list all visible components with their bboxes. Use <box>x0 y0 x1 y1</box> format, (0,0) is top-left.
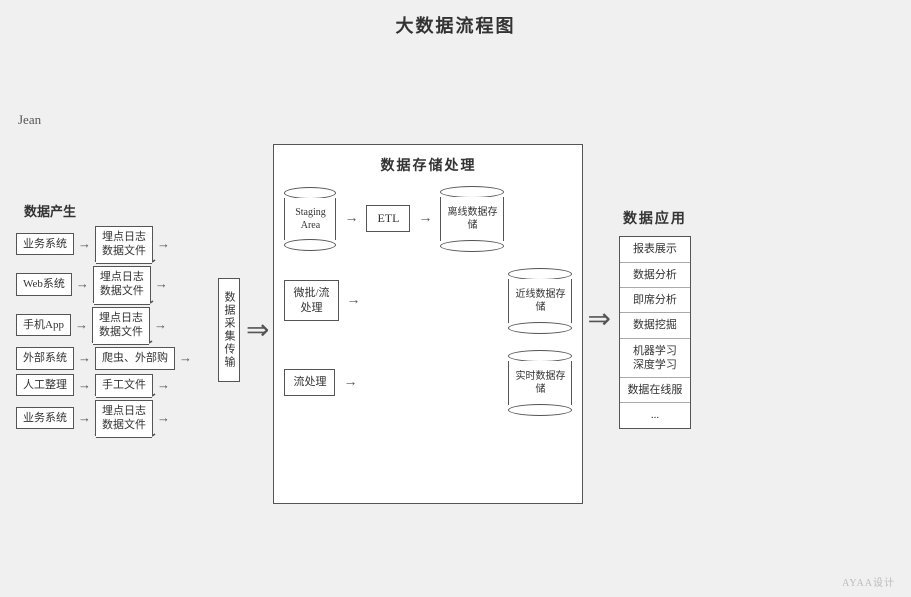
source-row-6: 业务系统 埋点日志数据文件 <box>16 400 192 437</box>
storage-rows: StagingArea → ETL → 离线数据存储 <box>284 185 572 493</box>
stor-arrow-1: → <box>344 211 358 227</box>
storage-row-1: StagingArea → ETL → 离线数据存储 <box>284 185 572 253</box>
cyl-bottom-nearline <box>508 322 572 334</box>
realtime-cylinder: 实时数据存储 <box>508 349 572 417</box>
app-item-6: 数据在线服 <box>620 378 690 403</box>
src-wave-6: 埋点日志数据文件 <box>95 400 153 437</box>
stor-arrow-3: → <box>347 293 361 309</box>
src-box-1: 业务系统 <box>16 233 74 255</box>
data-source-title: 数据产生 <box>24 201 76 220</box>
cyl-body-nearline: 近线数据存储 <box>508 279 572 323</box>
arrow-1 <box>78 236 91 252</box>
big-arrow-2: ⇒ <box>587 302 610 336</box>
cyl-body-realtime: 实时数据存储 <box>508 361 572 405</box>
collect-wrapper: 数据采集传输 <box>218 278 240 382</box>
arrow-4 <box>78 350 91 366</box>
app-section: 数据应用 报表展示 数据分析 即席分析 数据挖掘 机器学习深度学习 数据在线服 … <box>615 208 695 428</box>
cyl-bottom-1 <box>284 239 336 251</box>
src-box-4: 外部系统 <box>16 347 74 369</box>
cyl-body-1: StagingArea <box>284 198 336 240</box>
arrow-src-2 <box>155 276 168 292</box>
arrow-3 <box>75 317 88 333</box>
watermark: AYAA设计 <box>842 574 895 589</box>
storage-row-2: 微批/流处理 → 近线数据存储 <box>284 267 572 335</box>
nearline-cylinder: 近线数据存储 <box>508 267 572 335</box>
app-item-7: ... <box>620 403 690 427</box>
arrow-src-4 <box>179 350 192 366</box>
offline-cylinder: 离线数据存储 <box>440 185 504 253</box>
source-row-2: Web系统 埋点日志数据文件 <box>16 266 192 303</box>
jean-label: Jean <box>18 112 41 128</box>
app-title: 数据应用 <box>623 208 687 228</box>
src-wave-5: 手工文件 <box>95 374 153 396</box>
microbatch-box: 微批/流处理 <box>284 280 338 321</box>
data-source-section: 数据产生 业务系统 埋点日志数据文件 Web系统 <box>16 201 216 437</box>
source-row-3: 手机App 埋点日志数据文件 <box>16 307 192 344</box>
src-box-3: 手机App <box>16 314 71 336</box>
stor-arrow-2: → <box>418 211 432 227</box>
arrow-2 <box>76 276 89 292</box>
app-item-5: 机器学习深度学习 <box>620 339 690 379</box>
source-row-4: 外部系统 爬虫、外部购 <box>16 347 192 369</box>
src-box-6: 业务系统 <box>16 407 74 429</box>
app-item-4: 数据挖掘 <box>620 313 690 338</box>
source-row-5: 人工整理 手工文件 <box>16 374 192 396</box>
src-wave-3: 埋点日志数据文件 <box>92 307 150 344</box>
etl-box: ETL <box>366 205 410 232</box>
collect-box: 数据采集传输 <box>218 278 240 382</box>
storage-section: 数据存储处理 StagingArea → ETL → <box>273 144 583 504</box>
app-item-1: 报表展示 <box>620 237 690 262</box>
staging-cylinder: StagingArea <box>284 186 336 252</box>
storage-row-3: 流处理 → 实时数据存储 <box>284 349 572 417</box>
arrow-5 <box>78 377 91 393</box>
cyl-bottom-offline <box>440 240 504 252</box>
arrow-src-6 <box>157 410 170 426</box>
src-wave-2: 埋点日志数据文件 <box>93 266 151 303</box>
cyl-body-offline: 离线数据存储 <box>440 197 504 241</box>
arrow-src-3 <box>154 317 167 333</box>
page-title: 大数据流程图 <box>396 12 516 38</box>
cyl-bottom-realtime <box>508 404 572 416</box>
source-rows: 业务系统 埋点日志数据文件 Web系统 埋点日志数据文件 <box>16 226 192 437</box>
src-box-2: Web系统 <box>16 273 72 295</box>
arrow-6 <box>78 410 91 426</box>
storage-title: 数据存储处理 <box>284 155 572 175</box>
src-box-5: 人工整理 <box>16 374 74 396</box>
source-row-1: 业务系统 埋点日志数据文件 <box>16 226 192 263</box>
diagram: 数据产生 业务系统 埋点日志数据文件 Web系统 <box>16 52 895 585</box>
arrow-src-1 <box>157 236 170 252</box>
app-box: 报表展示 数据分析 即席分析 数据挖掘 机器学习深度学习 数据在线服 ... <box>619 236 691 428</box>
src-ext-4: 爬虫、外部购 <box>95 347 175 369</box>
app-item-2: 数据分析 <box>620 263 690 288</box>
src-wave-1: 埋点日志数据文件 <box>95 226 153 263</box>
stor-arrow-4: → <box>343 375 357 391</box>
arrow-src-5 <box>157 377 170 393</box>
app-item-3: 即席分析 <box>620 288 690 313</box>
big-arrow-1: ⇒ <box>246 313 269 347</box>
main-container: 大数据流程图 数据产生 业务系统 埋点日志数据文件 <box>0 0 911 597</box>
stream-box: 流处理 <box>284 369 335 395</box>
